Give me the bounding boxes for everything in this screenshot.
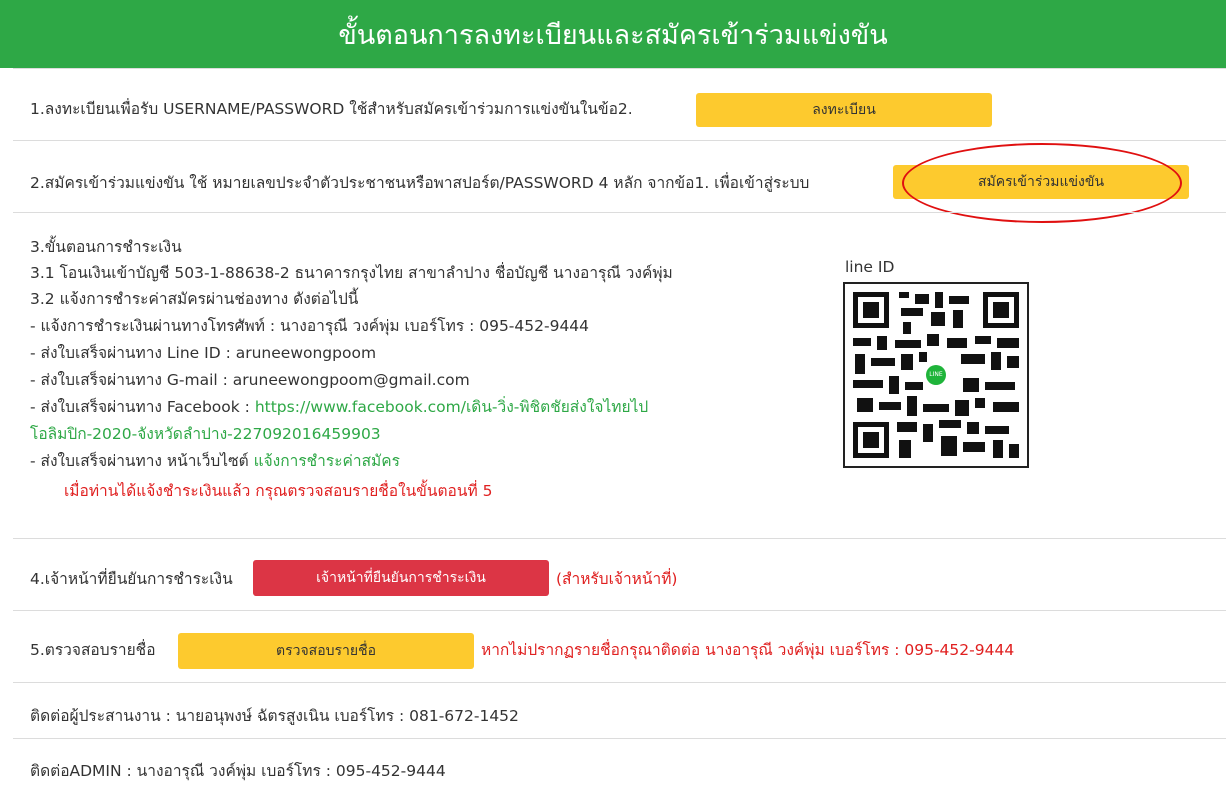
facebook-link[interactable]: https://www.facebook.com/เดิน-วิ่ง-พิชิต… (255, 398, 648, 416)
website-prefix: - ส่งใบเสร็จผ่านทาง หน้าเว็บไซต์ (30, 452, 254, 470)
highlight-circle (902, 143, 1182, 223)
step3-line1: 3.1 โอนเงินเข้าบัญชี 503-1-88638-2 ธนาคา… (30, 264, 673, 282)
line-badge-text: LINE (929, 371, 943, 378)
admin-contact: ติดต่อADMIN : นางอารุณี วงค์พุ่ม เบอร์โท… (30, 762, 446, 780)
step5-note: หากไม่ปรากฏรายชื่อกรุณาติดต่อ นางอารุณี … (481, 641, 1015, 659)
step3-line3: - แจ้งการชำระเงินผ่านทางโทรศัพท์ : นางอา… (30, 317, 590, 335)
page-header: ขั้นตอนการลงทะเบียนและสมัครเข้าร่วมแข่งข… (0, 0, 1226, 68)
step4-text: 4.เจ้าหน้าที่ยืนยันการชำระเงิน (30, 570, 233, 588)
step1-text: 1.ลงทะเบียนเพื่อรับ USERNAME/PASSWORD ใช… (30, 100, 633, 118)
payment-notify-link[interactable]: แจ้งการชำระค่าสมัคร (254, 452, 400, 470)
step2-text: 2.สมัครเข้าร่วมแข่งขัน ใช้ หมายเลขประจำต… (30, 174, 810, 192)
step3-line6: - ส่งใบเสร็จผ่านทาง Facebook : https://w… (30, 394, 648, 419)
payment-notice: เมื่อท่านได้แจ้งชำระเงินแล้ว กรุณตรวจสอบ… (64, 482, 493, 500)
page: ขั้นตอนการลงทะเบียนและสมัครเข้าร่วมแข่งข… (0, 0, 1226, 789)
staff-only-note: (สำหรับเจ้าหน้าที่) (556, 570, 678, 588)
facebook-prefix: - ส่งใบเสร็จผ่านทาง Facebook : (30, 398, 255, 416)
page-title: ขั้นตอนการลงทะเบียนและสมัครเข้าร่วมแข่งข… (338, 19, 888, 51)
staff-confirm-payment-button[interactable]: เจ้าหน้าที่ยืนยันการชำระเงิน (253, 560, 549, 596)
qr-label: line ID (845, 258, 895, 276)
step3-line4: - ส่งใบเสร็จผ่านทาง Line ID : aruneewong… (30, 344, 377, 362)
step3-line2: 3.2 แจ้งการชำระค่าสมัครผ่านช่องทาง ดังต่… (30, 290, 359, 308)
step3-title: 3.ขั้นตอนการชำระเงิน (30, 238, 182, 256)
step5-text: 5.ตรวจสอบรายชื่อ (30, 641, 156, 659)
step3-line5: - ส่งใบเสร็จผ่านทาง G-mail : aruneewongp… (30, 371, 470, 389)
register-button[interactable]: ลงทะเบียน (696, 93, 992, 127)
step3-line7: - ส่งใบเสร็จผ่านทาง หน้าเว็บไซต์ แจ้งการ… (30, 448, 400, 473)
coordinator-contact: ติดต่อผู้ประสานงาน : นายอนุพงษ์ ฉัตรสูงเ… (30, 707, 519, 725)
facebook-link-cont[interactable]: โอลิมปิก-2020-จังหวัดลำปาง-2270920164599… (30, 421, 381, 446)
check-names-button[interactable]: ตรวจสอบรายชื่อ (178, 633, 474, 669)
